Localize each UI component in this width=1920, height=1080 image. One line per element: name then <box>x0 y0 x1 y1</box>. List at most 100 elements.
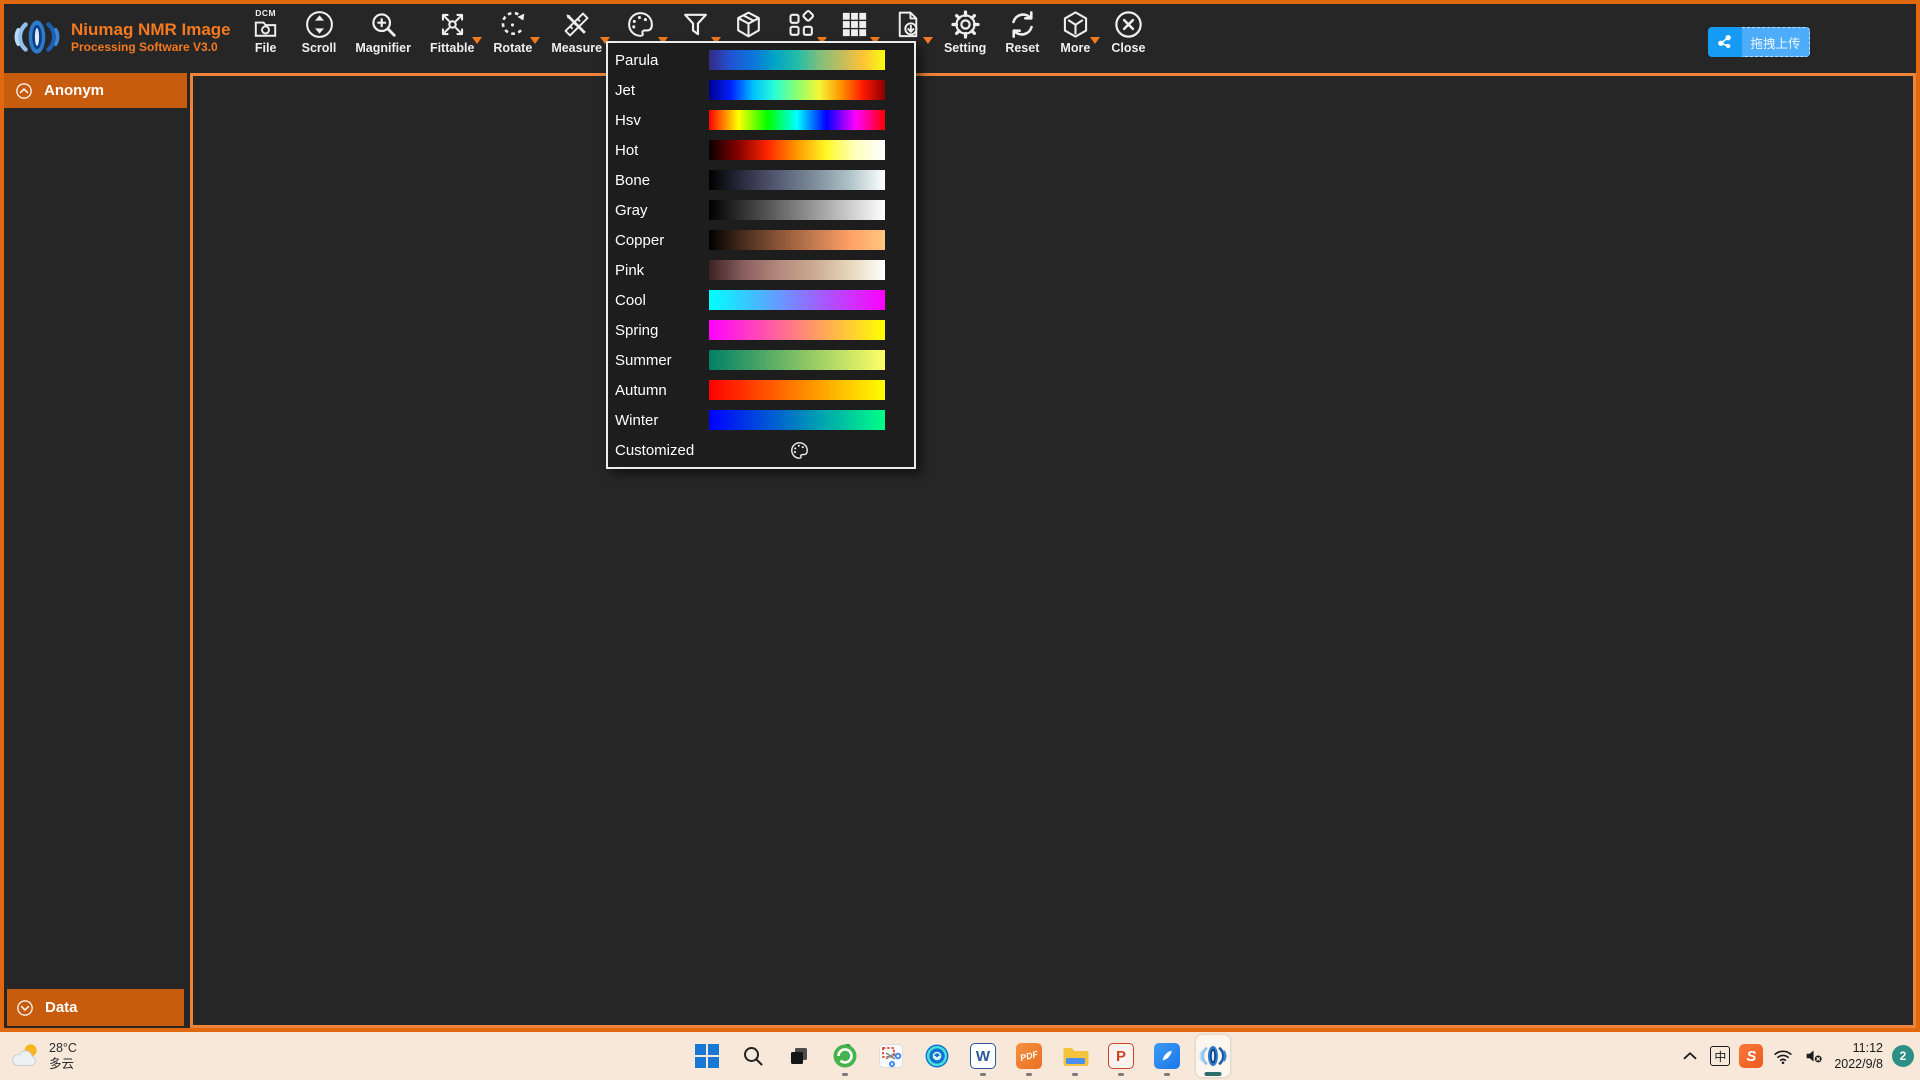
cool-gradient <box>709 290 885 310</box>
pdf-reader-button[interactable]: PDF <box>1012 1035 1046 1077</box>
colormap-item-hsv[interactable]: Hsv <box>608 105 914 135</box>
file-explorer-button[interactable] <box>1058 1035 1092 1077</box>
image-canvas[interactable] <box>190 73 1916 1028</box>
colormap-item-customized[interactable]: Customized <box>608 435 914 465</box>
reset-button[interactable]: Reset <box>1001 9 1043 57</box>
colormap-item-hot[interactable]: Hot <box>608 135 914 165</box>
pcolor-colormap-menu: Parula Jet Hsv Hot Bone Gray Copper Pin <box>606 41 916 469</box>
search-icon <box>741 1044 765 1068</box>
scroll-button[interactable]: Scroll <box>298 9 341 57</box>
shapes-squares-icon <box>786 9 817 40</box>
green-browser-icon <box>832 1043 858 1069</box>
powerpoint-icon: P <box>1108 1043 1134 1069</box>
close-circle-icon <box>1113 9 1144 40</box>
running-indicator <box>1164 1073 1170 1076</box>
search-button[interactable] <box>736 1035 770 1077</box>
winter-gradient <box>709 410 885 430</box>
scroll-icon <box>304 9 335 40</box>
reset-icon <box>1007 9 1038 40</box>
word-button[interactable]: W <box>966 1035 1000 1077</box>
weather-widget[interactable]: 28°C 多云 <box>8 1032 77 1080</box>
measure-icon <box>561 9 592 40</box>
start-button[interactable] <box>690 1035 724 1077</box>
sogou-input-icon[interactable]: S <box>1739 1044 1763 1068</box>
sidebar-panel-anonym[interactable]: Anonym <box>4 73 187 108</box>
pink-gradient <box>709 260 885 280</box>
file-button[interactable]: DCM File <box>245 9 287 57</box>
fit-expand-icon <box>437 9 468 40</box>
weather-condition: 多云 <box>49 1056 77 1072</box>
tray-chevron-up-icon[interactable] <box>1679 1045 1701 1067</box>
powerpoint-button[interactable]: P <box>1104 1035 1138 1077</box>
desktop: Niumag NMR Image Processing Software V3.… <box>0 0 1920 1080</box>
colormap-item-copper[interactable]: Copper <box>608 225 914 255</box>
filter-funnel-icon <box>680 9 711 40</box>
niumag-app-button[interactable] <box>1196 1035 1230 1077</box>
niumag-app-window: Niumag NMR Image Processing Software V3.… <box>0 0 1920 1032</box>
active-app-indicator <box>1205 1072 1222 1076</box>
colormap-item-gray[interactable]: Gray <box>608 195 914 225</box>
system-tray: 中 S 11:12 2022/9/8 2 <box>1679 1032 1914 1080</box>
folder-icon <box>1062 1044 1089 1068</box>
windows-logo-icon <box>695 1044 719 1068</box>
blue-wing-app-icon <box>1154 1043 1180 1069</box>
chevron-down-icon[interactable] <box>923 37 933 44</box>
spring-gradient <box>709 320 885 340</box>
colormap-item-parula[interactable]: Parula <box>608 45 914 75</box>
notification-badge[interactable]: 2 <box>1892 1045 1914 1067</box>
niumag-logo-icon <box>1198 1041 1228 1071</box>
upload-button-label: 拖拽上传 <box>1742 27 1810 57</box>
chevron-down-icon[interactable] <box>1090 37 1100 44</box>
clock-time: 11:12 <box>1834 1040 1883 1056</box>
netdisk-share-icon <box>1708 27 1742 57</box>
teal-ring-app-button[interactable] <box>920 1035 954 1077</box>
colormap-item-summer[interactable]: Summer <box>608 345 914 375</box>
app-title-block: Niumag NMR Image Processing Software V3.… <box>71 20 231 54</box>
colormap-item-bone[interactable]: Bone <box>608 165 914 195</box>
dcm-badge: DCM <box>255 8 276 18</box>
colormap-item-cool[interactable]: Cool <box>608 285 914 315</box>
rotate-icon <box>497 9 528 40</box>
window-body: Anonym Data <box>4 73 1916 1028</box>
measure-button[interactable]: Measure <box>547 9 606 57</box>
grid-3x3-icon <box>839 9 870 40</box>
magnifier-button[interactable]: Magnifier <box>351 9 415 57</box>
setting-button[interactable]: Setting <box>940 9 990 57</box>
wifi-icon[interactable] <box>1772 1045 1794 1067</box>
colormap-item-jet[interactable]: Jet <box>608 75 914 105</box>
fittable-button[interactable]: Fittable <box>426 9 478 57</box>
taskbar-apps: W PDF P <box>690 1032 1230 1080</box>
running-indicator <box>1118 1073 1124 1076</box>
green-browser-button[interactable] <box>828 1035 862 1077</box>
sidebar: Anonym Data <box>4 73 187 1028</box>
colormap-item-winter[interactable]: Winter <box>608 405 914 435</box>
summer-gradient <box>709 350 885 370</box>
app-title: Niumag NMR Image <box>71 20 231 40</box>
teal-ring-app-icon <box>924 1043 950 1069</box>
clock[interactable]: 11:12 2022/9/8 <box>1834 1040 1883 1073</box>
blue-wing-app-button[interactable] <box>1150 1035 1184 1077</box>
drag-upload-button[interactable]: 拖拽上传 <box>1708 27 1810 57</box>
input-method-indicator[interactable]: 中 <box>1710 1046 1730 1066</box>
colormap-item-autumn[interactable]: Autumn <box>608 375 914 405</box>
colormap-item-pink[interactable]: Pink <box>608 255 914 285</box>
pdf-reader-icon: PDF <box>1016 1043 1042 1069</box>
copper-gradient <box>709 230 885 250</box>
more-button[interactable]: More <box>1054 9 1096 57</box>
colormap-item-spring[interactable]: Spring <box>608 315 914 345</box>
palette-icon <box>789 440 810 461</box>
close-button[interactable]: Close <box>1107 9 1149 57</box>
chevron-down-icon[interactable] <box>530 37 540 44</box>
screenshot-tool-button[interactable] <box>874 1035 908 1077</box>
chevron-down-icon[interactable] <box>472 37 482 44</box>
task-view-button[interactable] <box>782 1035 816 1077</box>
word-icon: W <box>970 1043 996 1069</box>
weather-temperature: 28°C <box>49 1040 77 1056</box>
volume-muted-icon[interactable] <box>1803 1045 1825 1067</box>
magnifier-plus-icon <box>368 9 399 40</box>
sidebar-panel-data[interactable]: Data <box>7 989 184 1026</box>
panel-anonym-label: Anonym <box>44 82 104 99</box>
gear-icon <box>950 9 981 40</box>
running-indicator <box>842 1073 848 1076</box>
rotate-button[interactable]: Rotate <box>489 9 536 57</box>
